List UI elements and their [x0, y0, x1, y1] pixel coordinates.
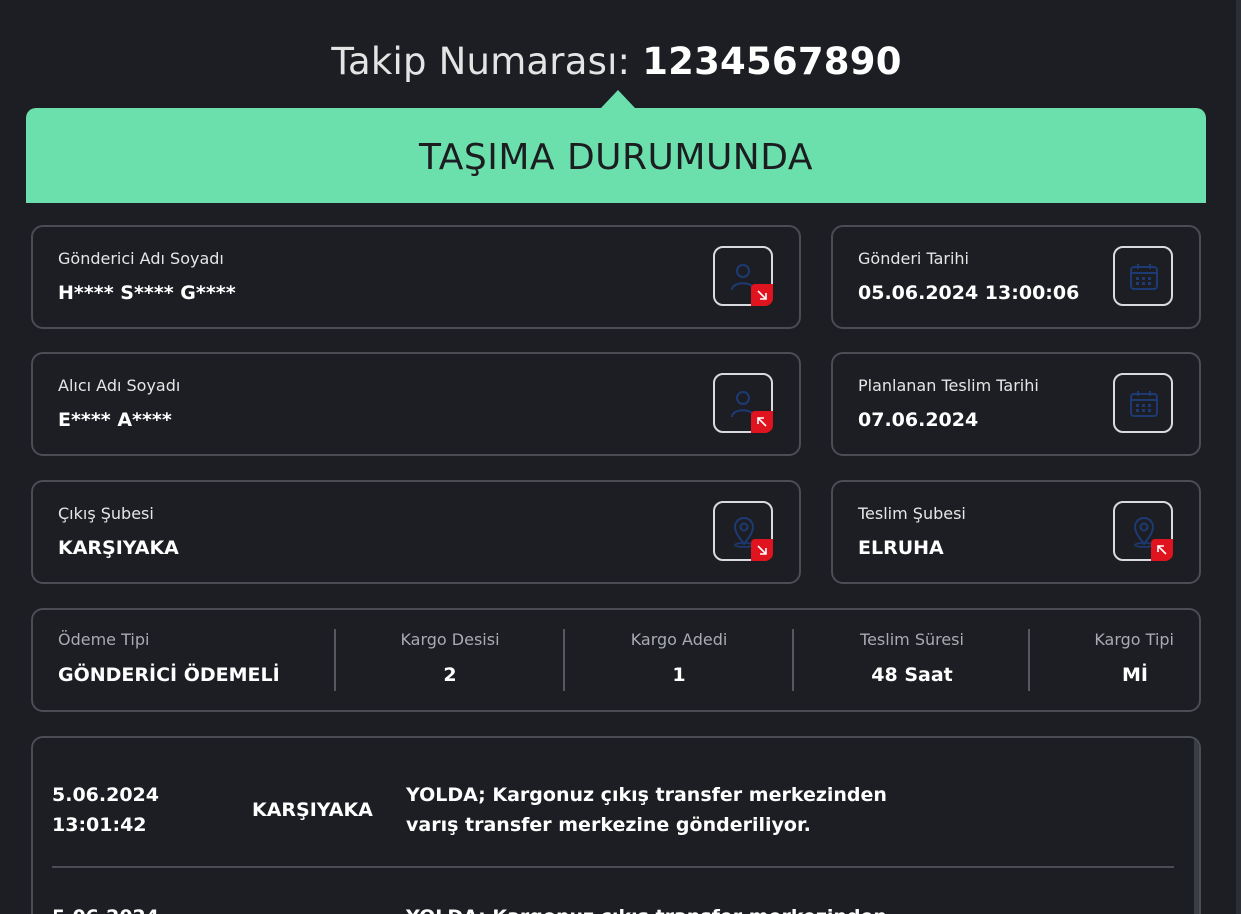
history-description: YOLDA; Kargonuz çıkış transfer merkezind…	[406, 784, 887, 806]
cargo-type-label: Kargo Tipi	[1094, 630, 1174, 649]
cargo-desi-value: 2	[443, 664, 457, 686]
tracking-page: Takip Numarası: 1234567890 TAŞIMA DURUMU…	[0, 0, 1241, 914]
tracking-number: 1234567890	[642, 40, 902, 83]
arrow-down-right-badge	[751, 539, 773, 561]
meta-divider	[563, 629, 565, 691]
user-outgoing-icon	[713, 246, 773, 306]
delivery-branch-card: Teslim Şubesi ELRUHA	[831, 480, 1201, 584]
history-description: YOLDA; Kargonuz çıkış transfer merkezind…	[406, 902, 887, 914]
calendar-icon	[1113, 373, 1173, 433]
page-scrollbar[interactable]	[1236, 0, 1241, 914]
arrow-up-left-badge	[751, 411, 773, 433]
location-outgoing-icon	[713, 501, 773, 561]
receiver-value: E**** A****	[58, 409, 172, 431]
delivery-branch-label: Teslim Şubesi	[858, 504, 966, 523]
history-divider	[52, 866, 1174, 868]
delivery-duration-label: Teslim Süresi	[860, 630, 964, 649]
cargo-type-value: Mİ	[1122, 664, 1148, 686]
status-text: TAŞIMA DURUMUNDA	[419, 137, 813, 178]
history-date: 5.06.2024	[52, 902, 159, 914]
delivery-branch-value: ELRUHA	[858, 537, 944, 559]
delivery-duration-value: 48 Saat	[871, 664, 953, 686]
history-date: 5.06.2024	[52, 784, 159, 806]
payment-type-label: Ödeme Tipi	[58, 630, 150, 649]
history-time: 13:01:42	[52, 814, 147, 836]
tracking-history-list: 5.06.2024 13:01:42 KARŞIYAKA YOLDA; Karg…	[31, 736, 1201, 914]
ship-date-value: 05.06.2024 13:00:06	[858, 282, 1080, 304]
history-branch: KARŞIYAKA	[252, 799, 373, 821]
origin-branch-value: KARŞIYAKA	[58, 537, 179, 559]
cargo-desi-label: Kargo Desisi	[400, 630, 500, 649]
cargo-count-label: Kargo Adedi	[630, 630, 728, 649]
history-description-line2: varış transfer merkezine gönderiliyor.	[406, 814, 811, 836]
receiver-label: Alıcı Adı Soyadı	[58, 376, 181, 395]
receiver-card: Alıcı Adı Soyadı E**** A****	[31, 352, 801, 456]
shipment-meta-card: Ödeme Tipi GÖNDERİCİ ÖDEMELİ Kargo Desis…	[31, 608, 1201, 712]
arrow-up-left-badge	[1151, 539, 1173, 561]
cargo-count-value: 1	[672, 664, 686, 686]
ship-date-card: Gönderi Tarihi 05.06.2024 13:00:06	[831, 225, 1201, 329]
sender-label: Gönderici Adı Soyadı	[58, 249, 224, 268]
calendar-glyph	[1130, 264, 1158, 290]
meta-divider	[792, 629, 794, 691]
page-title: Takip Numarası: 1234567890	[0, 38, 1233, 86]
planned-delivery-label: Planlanan Teslim Tarihi	[858, 376, 1039, 395]
payment-type-value: GÖNDERİCİ ÖDEMELİ	[58, 664, 280, 686]
sender-value: H**** S**** G****	[58, 282, 236, 304]
location-incoming-icon	[1113, 501, 1173, 561]
calendar-glyph	[1130, 391, 1158, 417]
origin-branch-card: Çıkış Şubesi KARŞIYAKA	[31, 480, 801, 584]
user-incoming-icon	[713, 373, 773, 433]
origin-branch-label: Çıkış Şubesi	[58, 504, 154, 523]
planned-delivery-value: 07.06.2024	[858, 409, 979, 431]
planned-delivery-card: Planlanan Teslim Tarihi 07.06.2024	[831, 352, 1201, 456]
sender-card: Gönderici Adı Soyadı H**** S**** G****	[31, 225, 801, 329]
arrow-down-right-badge	[751, 284, 773, 306]
status-banner: TAŞIMA DURUMUNDA	[26, 90, 1206, 203]
calendar-icon	[1113, 246, 1173, 306]
history-scrollbar[interactable]	[1194, 738, 1199, 914]
meta-divider	[1028, 629, 1030, 691]
meta-divider	[334, 629, 336, 691]
tracking-label: Takip Numarası:	[331, 40, 631, 83]
ship-date-label: Gönderi Tarihi	[858, 249, 969, 268]
